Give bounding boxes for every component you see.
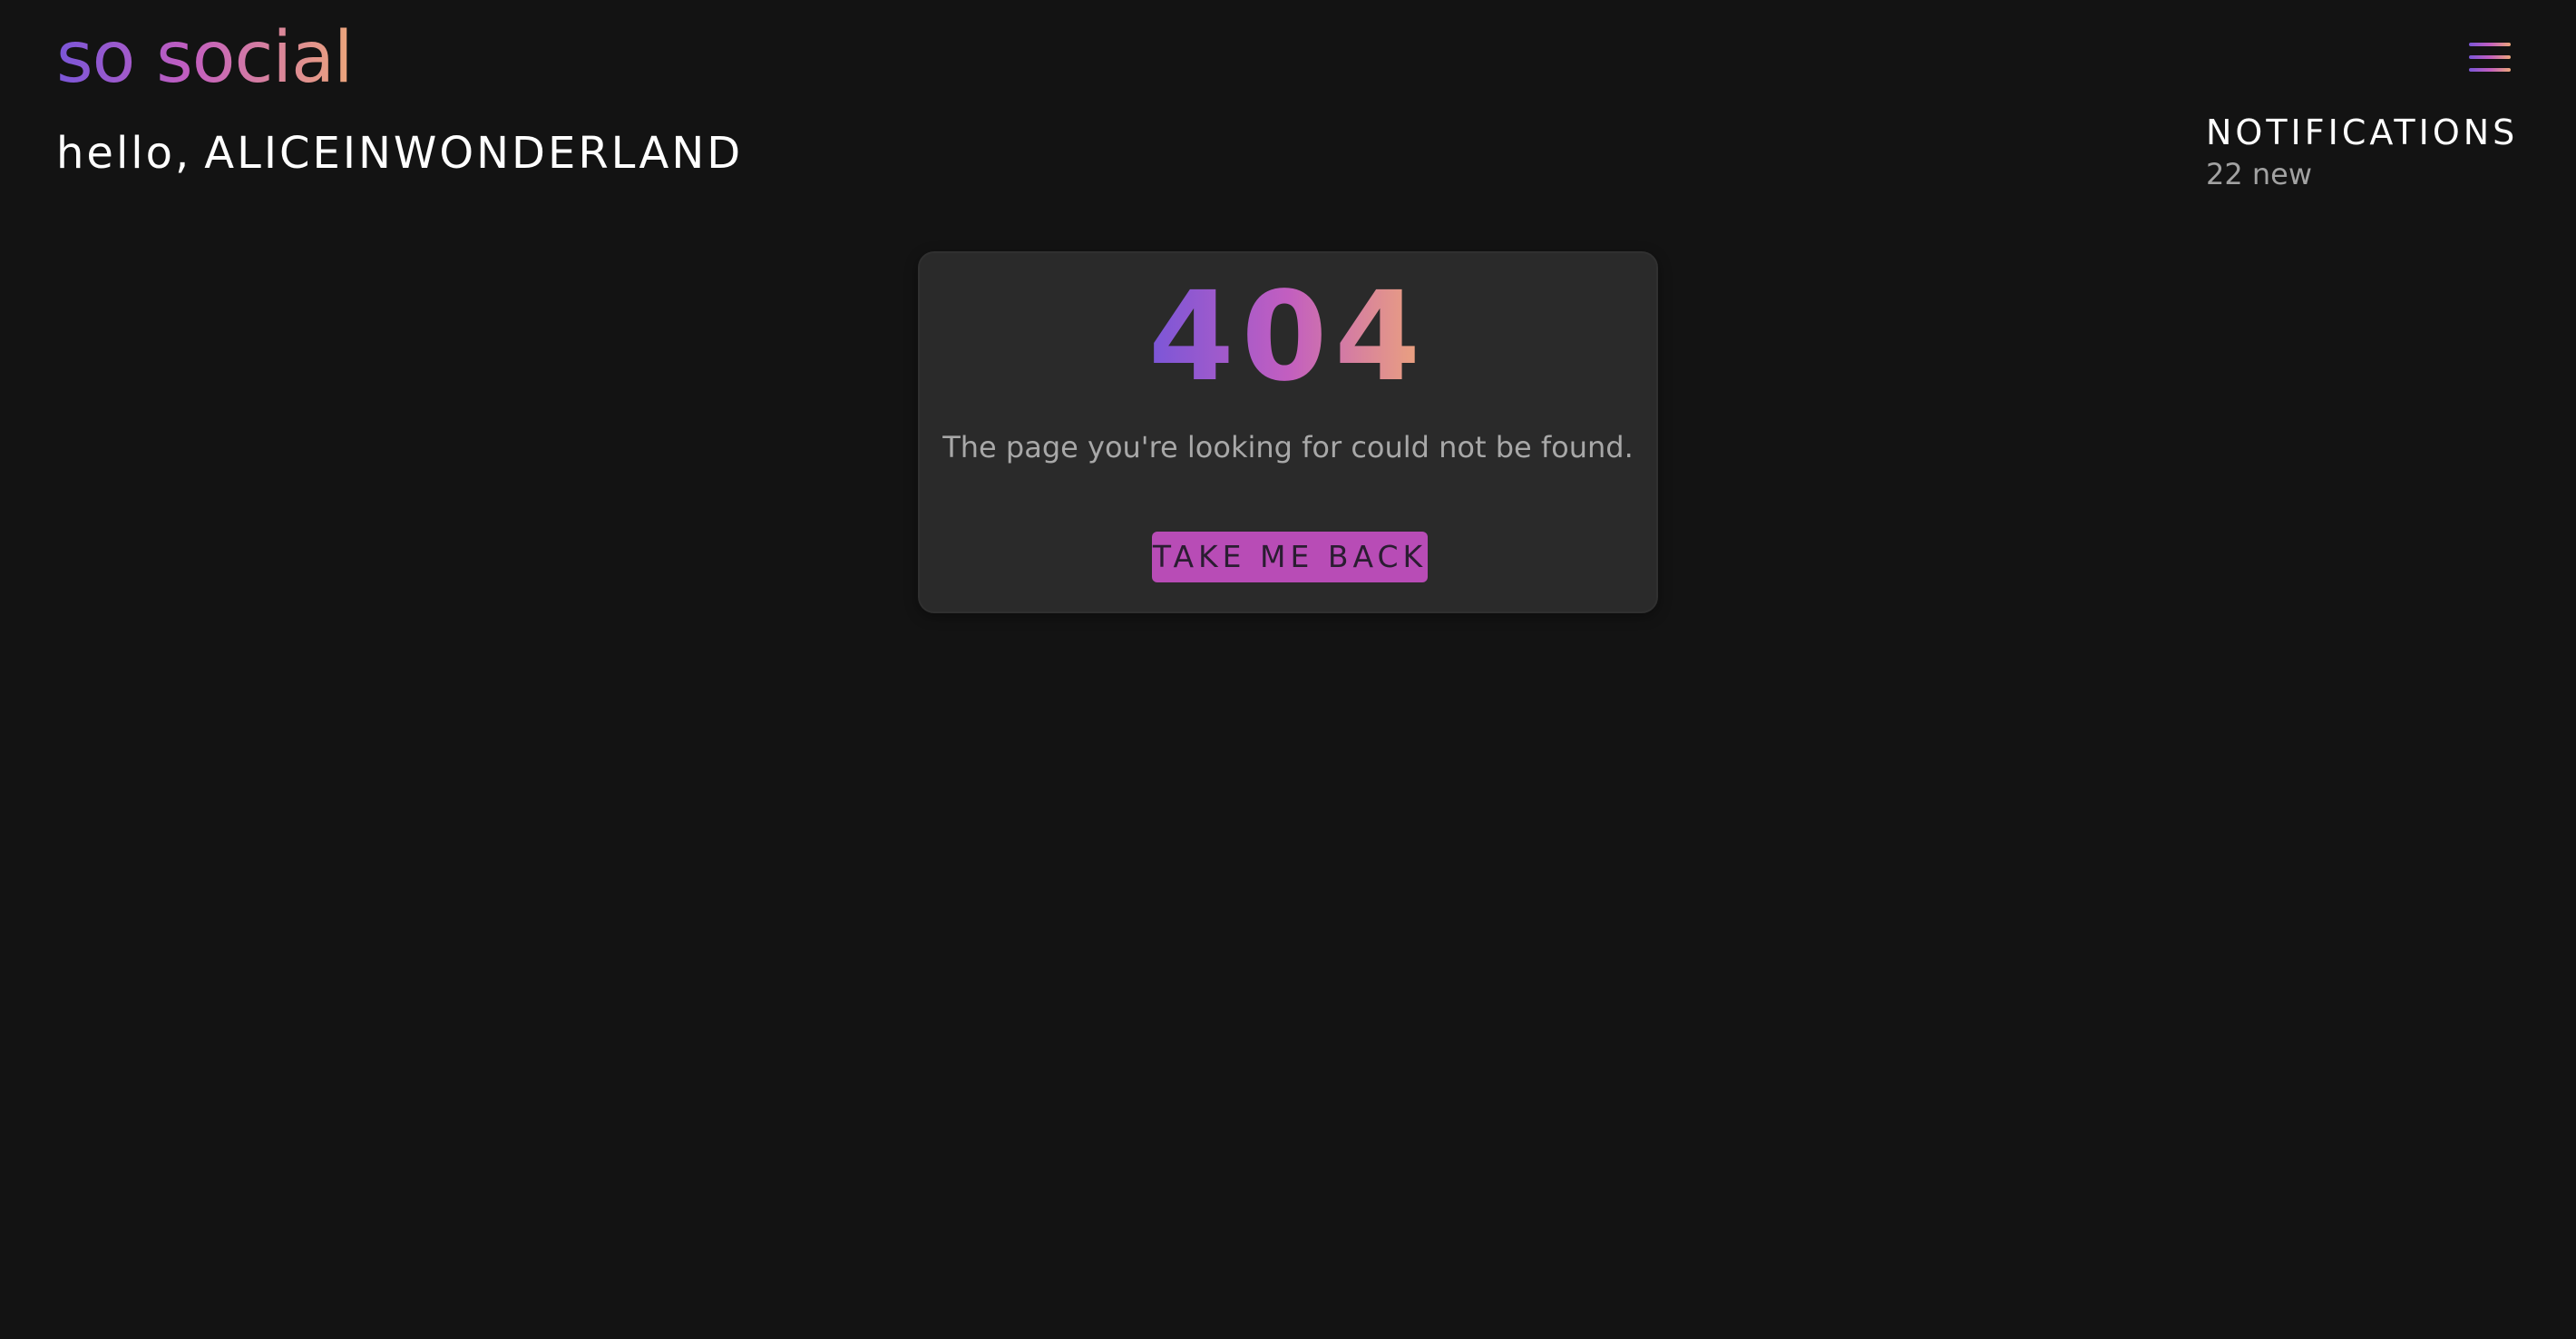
page: so social hello, ALICEINWONDERLAND NOTIFI…: [0, 0, 2576, 1339]
error-code-text: 404: [1148, 266, 1428, 409]
error-message: The page you're looking for could not be…: [942, 430, 1634, 464]
brand-logo[interactable]: so social: [56, 13, 354, 103]
error-code: 404: [920, 269, 1656, 406]
greeting: hello, ALICEINWONDERLAND: [56, 123, 743, 183]
greeting-username: ALICEINWONDERLAND: [204, 128, 744, 179]
greeting-prefix: hello,: [56, 128, 192, 179]
hamburger-menu-icon: [2469, 43, 2511, 72]
error-card: 404 The page you're looking for could no…: [918, 251, 1658, 613]
notifications-title: NOTIFICATIONS: [2206, 112, 2519, 152]
take-me-back-button[interactable]: TAKE ME BACK: [1152, 532, 1428, 582]
menu-button[interactable]: [2467, 40, 2513, 74]
notifications-count: 22 new: [2206, 157, 2313, 191]
notifications-panel[interactable]: NOTIFICATIONS 22 new: [2206, 109, 2532, 192]
